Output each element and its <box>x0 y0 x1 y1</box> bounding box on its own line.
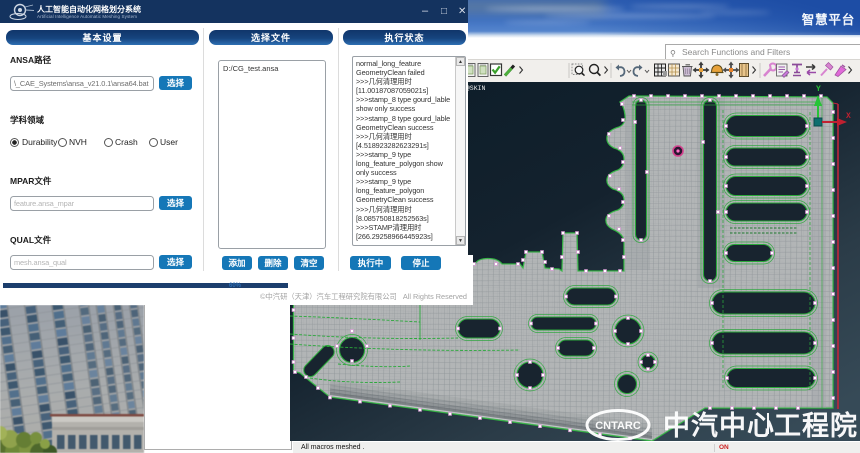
svg-text:中汽中心: 中汽中心 <box>663 411 775 441</box>
svg-text:X: X <box>846 112 851 121</box>
svg-text:Y: Y <box>816 85 821 94</box>
svg-text:工程院: 工程院 <box>774 410 858 441</box>
svg-text:CNTARC: CNTARC <box>595 420 641 432</box>
